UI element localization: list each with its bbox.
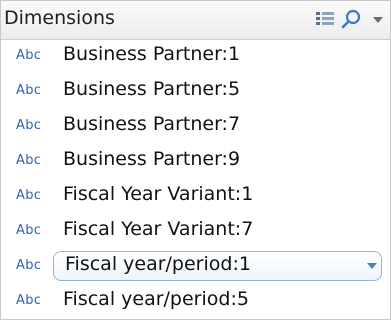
search-icon[interactable] <box>340 8 362 30</box>
dimension-label: Fiscal year/period:1 <box>65 253 251 275</box>
list-item[interactable]: Abc Business Partner:1 <box>1 40 390 75</box>
dimension-list: Abc Business Partner:1 Abc Business Part… <box>1 40 390 319</box>
text-type-icon: Abc <box>16 48 42 63</box>
dimension-label: Business Partner:9 <box>63 148 241 170</box>
dimension-label: Fiscal year/period:5 <box>63 288 249 310</box>
dimensions-panel: Dimensions Abc Business Partner:1 Abc Bu… <box>0 0 391 320</box>
panel-title: Dimensions <box>4 7 115 29</box>
list-item[interactable]: Abc Fiscal year/period:5 <box>1 285 390 319</box>
text-type-icon: Abc <box>16 223 42 238</box>
dimension-label: Business Partner:5 <box>63 78 241 100</box>
list-item[interactable]: Abc Fiscal Year Variant:1 <box>1 180 390 215</box>
list-view-icon[interactable] <box>316 11 334 27</box>
text-type-icon: Abc <box>16 83 42 98</box>
text-type-icon: Abc <box>16 258 42 273</box>
text-type-icon: Abc <box>16 118 42 133</box>
list-item[interactable]: Abc Business Partner:5 <box>1 75 390 110</box>
dimension-label: Fiscal Year Variant:1 <box>63 183 254 205</box>
dimension-label: Fiscal Year Variant:7 <box>63 218 254 240</box>
dimension-label: Business Partner:1 <box>63 43 241 65</box>
text-type-icon: Abc <box>16 153 42 168</box>
chevron-down-icon[interactable] <box>366 262 378 270</box>
list-item[interactable]: Abc Fiscal Year Variant:7 <box>1 215 390 250</box>
list-item-selected[interactable]: Abc Fiscal year/period:1 <box>1 250 390 285</box>
panel-header: Dimensions <box>1 1 390 40</box>
dimension-label: Business Partner:7 <box>63 113 241 135</box>
list-item[interactable]: Abc Business Partner:9 <box>1 145 390 180</box>
dropdown-arrow-icon[interactable] <box>372 14 384 26</box>
text-type-icon: Abc <box>16 188 42 203</box>
text-type-icon: Abc <box>16 293 42 308</box>
list-item[interactable]: Abc Business Partner:7 <box>1 110 390 145</box>
